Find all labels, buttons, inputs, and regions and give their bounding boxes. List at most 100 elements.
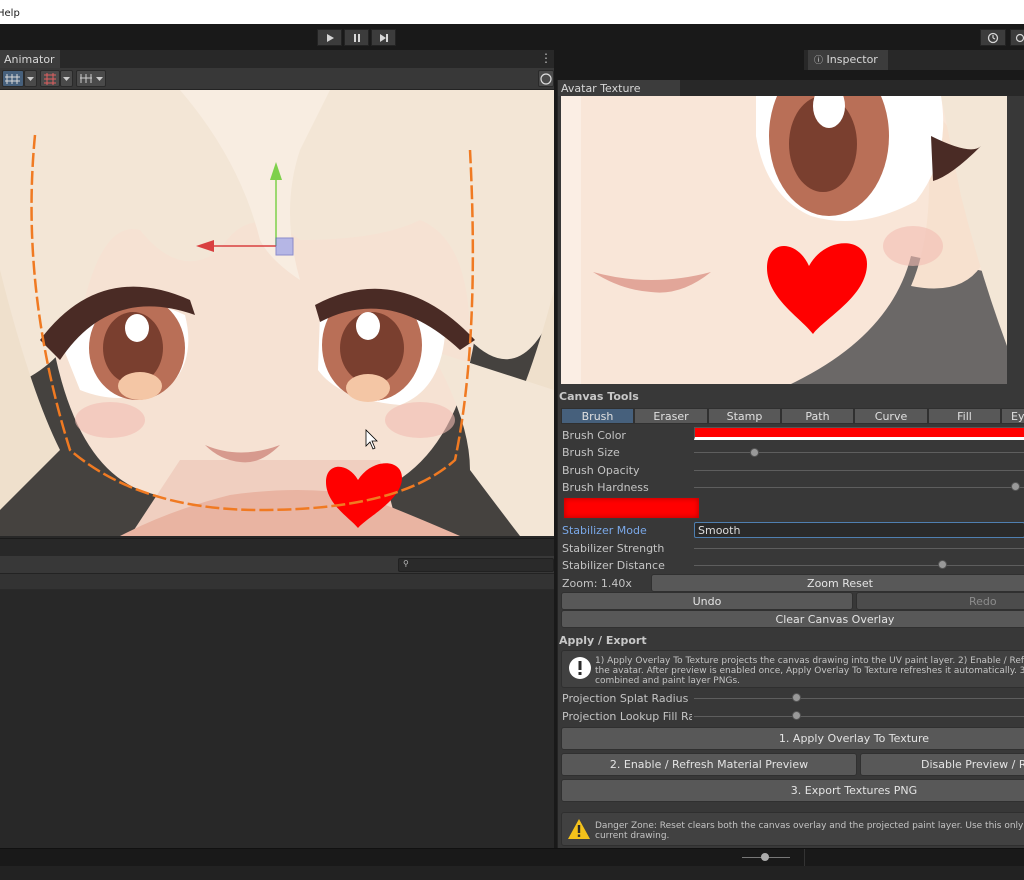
menu-item-help[interactable]: Help <box>0 8 20 19</box>
pause-button[interactable] <box>344 29 369 46</box>
projection-lookup-fill-radius-slider-knob[interactable] <box>792 711 801 720</box>
canvas-preview-render[interactable] <box>561 96 1007 384</box>
play-icon <box>326 33 334 42</box>
danger-zone-line1: Danger Zone: Reset clears both the canva… <box>595 821 1024 831</box>
tab-animator-label: Animator <box>4 53 55 66</box>
stabilizer-distance-slider[interactable] <box>694 565 1024 566</box>
lower-left-header <box>0 538 554 556</box>
projection-splat-radius-slider[interactable] <box>694 698 1024 699</box>
painter-titlebar: Avatar Texture Painter <box>558 80 1024 108</box>
tab-animator[interactable]: Animator <box>0 50 60 68</box>
search-button[interactable] <box>1010 29 1024 46</box>
undo-button[interactable]: Undo <box>561 592 853 610</box>
stabilizer-strength-slider[interactable] <box>694 548 1024 549</box>
zoom-level-label: Zoom: 1.40x <box>562 577 632 590</box>
export-textures-png-button[interactable]: 3. Export Textures PNG <box>561 779 1024 802</box>
brush-color-label: Brush Color <box>562 429 626 442</box>
clear-canvas-overlay-button[interactable]: Clear Canvas Overlay <box>561 610 1024 628</box>
projection-splat-radius-label: Projection Splat Radius <box>562 692 689 705</box>
zoom-reset-button[interactable]: Zoom Reset <box>651 574 1024 592</box>
tab-eye[interactable]: Eye <box>1001 408 1024 424</box>
tab-avatar-texture-painter[interactable]: Avatar Texture Painter <box>558 80 680 108</box>
brush-opacity-slider[interactable] <box>694 470 1024 471</box>
status-zoom-slider-knob[interactable] <box>761 853 769 861</box>
stabilizer-strength-label: Stabilizer Strength <box>562 542 665 555</box>
redo-button[interactable]: Redo <box>856 592 1024 610</box>
search-icon: ⚲ <box>403 559 409 568</box>
tab-inspector-label: Inspector <box>826 53 878 66</box>
avatar-face-render[interactable] <box>0 90 554 536</box>
snap-button[interactable] <box>40 70 60 87</box>
projection-splat-radius-slider-knob[interactable] <box>792 693 801 702</box>
stabilizer-mode-label: Stabilizer Mode <box>562 524 647 537</box>
danger-zone-line2: current drawing. <box>595 831 670 841</box>
brush-hardness-slider[interactable] <box>694 487 1024 488</box>
apply-overlay-to-texture-button[interactable]: 1. Apply Overlay To Texture <box>561 727 1024 750</box>
status-bar <box>0 848 1024 867</box>
grid-dropdown[interactable] <box>24 70 37 87</box>
play-button[interactable] <box>317 29 342 46</box>
brush-opacity-label: Brush Opacity <box>562 464 640 477</box>
tab-stamp[interactable]: Stamp <box>708 408 781 424</box>
snap-dropdown[interactable] <box>60 70 73 87</box>
brush-hardness-slider-knob[interactable] <box>1011 482 1020 491</box>
canvas-tools-title: Canvas Tools <box>559 390 639 403</box>
projection-lookup-fill-radius-slider[interactable] <box>694 716 1024 717</box>
snap-grid-icon <box>44 73 56 85</box>
tab-path[interactable]: Path <box>781 408 854 424</box>
history-button[interactable] <box>980 29 1006 46</box>
bottom-strip <box>0 866 1024 880</box>
stabilizer-distance-label: Stabilizer Distance <box>562 559 665 572</box>
disable-preview-reset-button[interactable]: Disable Preview / Res <box>860 753 1024 776</box>
gizmo-plane-handle <box>275 237 294 256</box>
lower-left-toolbar: ⚲ <box>0 556 554 574</box>
stabilizer-mode-dropdown[interactable]: Smooth <box>694 522 1024 538</box>
main-toolbar <box>0 24 1024 50</box>
brush-color-field[interactable] <box>694 427 1024 440</box>
canvas-tool-tabs: Brush Eraser Stamp Path Curve Fill Eye <box>561 408 1024 424</box>
tab-curve[interactable]: Curve <box>854 408 928 424</box>
projection-lookup-fill-radius-label: Projection Lookup Fill Radi <box>562 710 692 723</box>
increment-snap-button[interactable] <box>76 70 106 87</box>
history-icon <box>987 32 999 43</box>
brush-size-slider-knob[interactable] <box>750 448 759 457</box>
apply-export-title: Apply / Export <box>559 634 647 647</box>
step-button[interactable] <box>371 29 396 46</box>
sphere-icon <box>540 73 552 85</box>
warning-icon <box>568 819 590 839</box>
enable-refresh-material-preview-button[interactable]: 2. Enable / Refresh Material Preview <box>561 753 857 776</box>
apply-export-info-line3: combined and paint layer PNGs. <box>595 676 740 686</box>
scene-toolbar <box>0 68 554 90</box>
scene-panel: Animator ⋮ <box>0 50 554 538</box>
search-icon <box>1015 33 1024 42</box>
apply-export-info-line1: 1) Apply Overlay To Texture projects the… <box>595 656 1024 666</box>
tab-brush[interactable]: Brush <box>561 408 634 424</box>
lower-left-row <box>0 574 554 590</box>
brush-preview-swatch <box>563 497 700 519</box>
tab-fill[interactable]: Fill <box>928 408 1001 424</box>
stabilizer-mode-value: Smooth <box>698 524 741 537</box>
chevron-down-icon <box>27 77 34 81</box>
inspector-panel-header: ⓘ Inspector <box>804 50 1024 70</box>
step-icon <box>379 33 388 42</box>
stabilizer-distance-slider-knob[interactable] <box>938 560 947 569</box>
apply-export-info-box: 1) Apply Overlay To Texture projects the… <box>561 650 1024 688</box>
more-options-icon[interactable]: ⋮ <box>540 51 552 65</box>
lower-left-body <box>0 590 554 848</box>
tab-inspector[interactable]: ⓘ Inspector <box>808 50 888 70</box>
search-input[interactable]: ⚲ <box>398 558 554 572</box>
info-icon <box>569 657 591 679</box>
brush-size-slider[interactable] <box>694 452 1024 453</box>
info-icon: ⓘ <box>814 56 824 66</box>
scene-viewport[interactable] <box>0 90 554 536</box>
danger-zone-box: Danger Zone: Reset clears both the canva… <box>561 812 1024 846</box>
scene-tabbar: Animator ⋮ <box>0 50 554 68</box>
increment-snap-icon <box>80 74 103 83</box>
draw-mode-button[interactable] <box>538 70 554 87</box>
tab-eraser[interactable]: Eraser <box>634 408 708 424</box>
grid-toggle-button[interactable] <box>2 70 24 87</box>
grid-icon <box>5 74 20 84</box>
brush-hardness-label: Brush Hardness <box>562 481 649 494</box>
canvas-preview[interactable] <box>561 96 1007 384</box>
pause-icon <box>353 33 360 42</box>
